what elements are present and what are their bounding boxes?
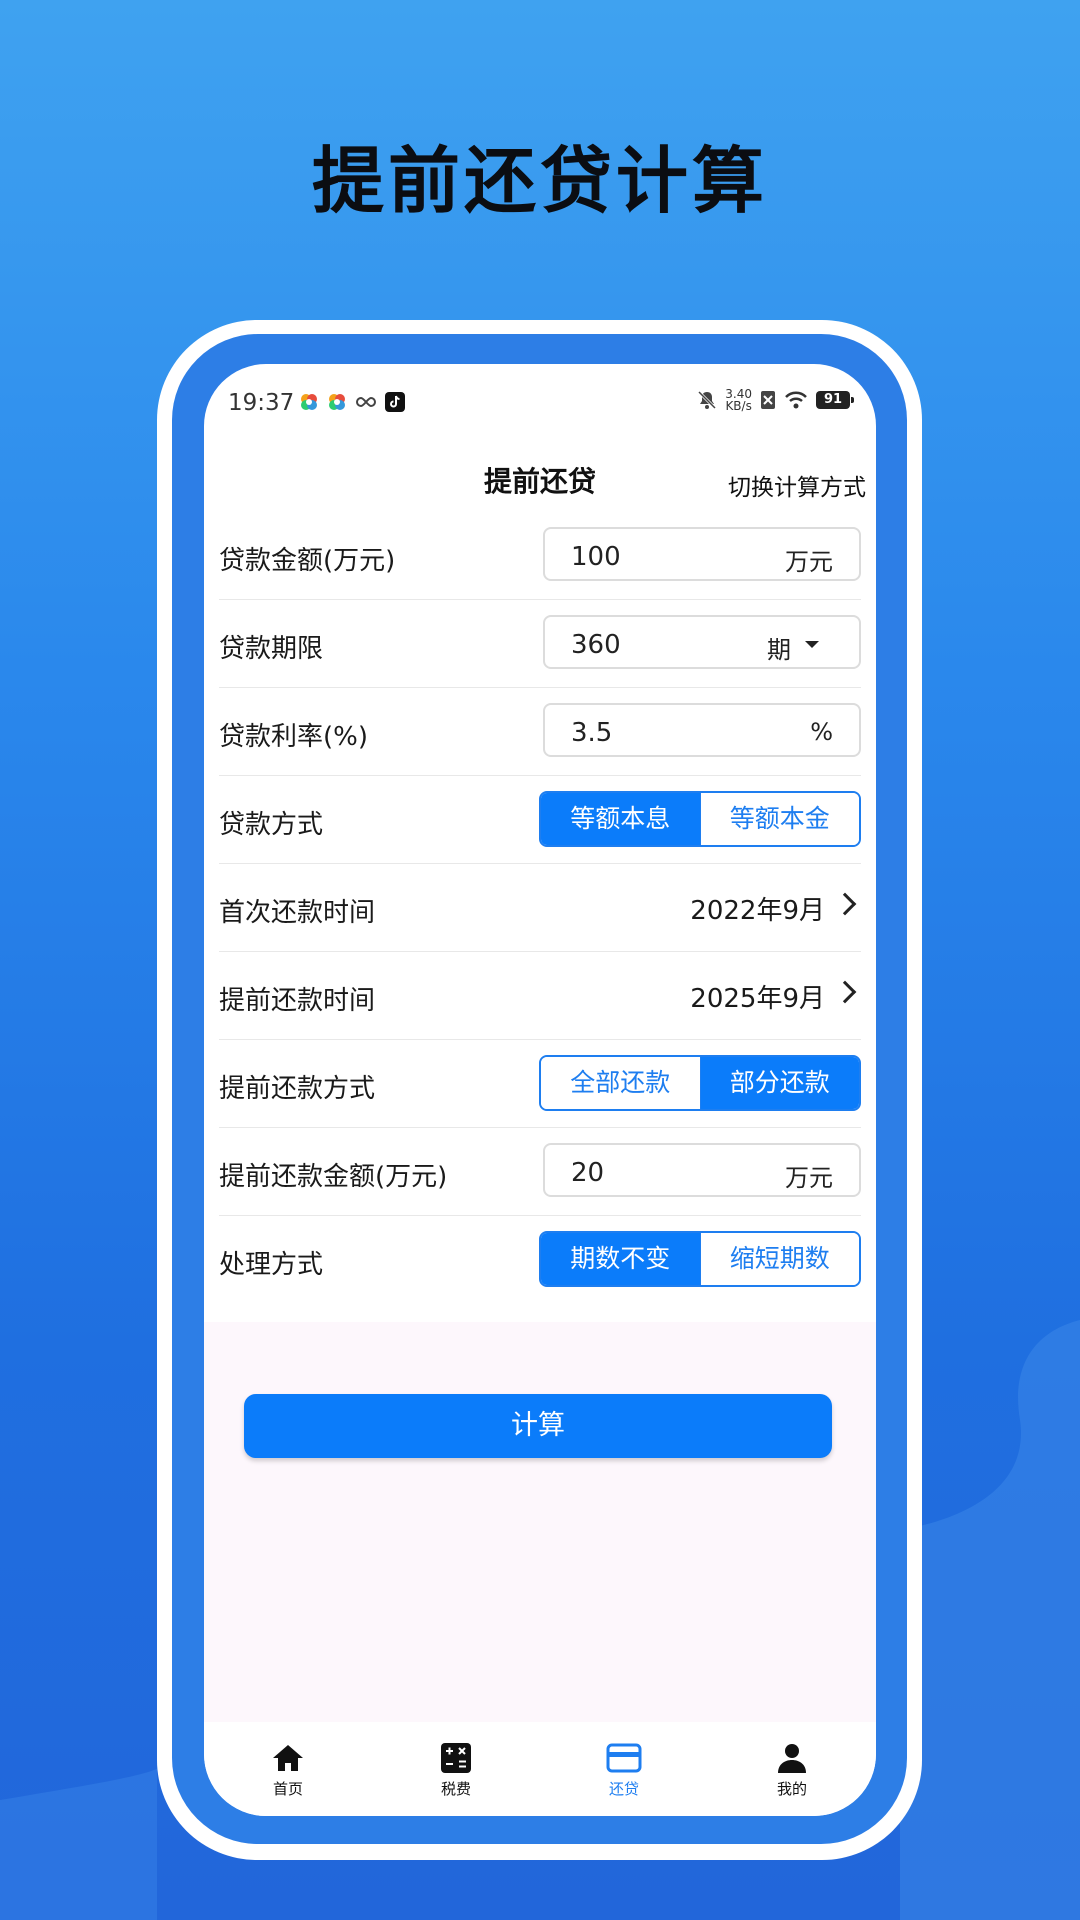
loan-amount-row: 贷款金额(万元) 100 万元	[219, 512, 861, 600]
loan-rate-label: 贷款利率(%)	[219, 722, 368, 752]
chevron-right-icon	[833, 980, 857, 1004]
system-status-icons: 3.40 KB/s 91	[697, 388, 854, 412]
loan-term-label: 贷款期限	[219, 634, 324, 664]
prepay-time-label: 提前还款时间	[219, 986, 376, 1016]
notification-icons	[299, 392, 405, 412]
person-icon	[778, 1744, 806, 1773]
equal-installment-option[interactable]: 等额本息	[541, 793, 700, 845]
prepay-amount-row: 提前还款金额(万元) 20 万元	[219, 1128, 861, 1216]
first-payment-value: 2022年9月	[690, 896, 825, 926]
handling-label: 处理方式	[219, 1250, 324, 1280]
sim-off-icon	[761, 391, 775, 409]
handling-row: 处理方式 期数不变 缩短期数	[219, 1216, 861, 1303]
equal-principal-option[interactable]: 等额本金	[699, 793, 859, 845]
loan-amount-value: 100	[571, 542, 621, 572]
nav-label: 还贷	[608, 1780, 639, 1798]
loan-rate-value: 3.5	[571, 718, 613, 748]
loan-rate-row: 贷款利率(%) 3.5 %	[219, 688, 861, 776]
bell-muted-icon	[698, 390, 717, 410]
caret-down-icon	[805, 641, 819, 648]
nav-item-loan[interactable]: 还贷	[540, 1722, 708, 1816]
prepay-amount-value: 20	[571, 1158, 605, 1188]
tiktok-icon	[385, 392, 405, 412]
loan-term-value: 360	[571, 630, 621, 660]
first-payment-label: 首次还款时间	[219, 898, 376, 928]
loan-term-row: 贷款期限 360 期	[219, 600, 861, 688]
nav-item-me[interactable]: 我的	[708, 1722, 876, 1816]
handling-segmented: 期数不变 缩短期数	[539, 1231, 861, 1287]
loan-rate-unit: %	[810, 718, 833, 746]
loan-method-row: 贷款方式 等额本息 等额本金	[219, 776, 861, 864]
nav-label: 税费	[440, 1780, 471, 1798]
nav-item-tax[interactable]: 税费	[372, 1722, 540, 1816]
status-bar: 19:37 3.40 KB/s 91	[204, 364, 876, 440]
loan-method-label: 贷款方式	[219, 810, 324, 840]
loan-amount-input[interactable]: 100 万元	[543, 527, 861, 581]
card-icon	[606, 1743, 642, 1773]
wifi-icon	[785, 391, 807, 409]
loan-term-unit: 期	[767, 636, 791, 664]
home-icon	[273, 1745, 303, 1771]
full-repayment-option[interactable]: 全部还款	[541, 1057, 700, 1109]
app-notification-icon	[329, 394, 345, 410]
prepay-method-segmented: 全部还款 部分还款	[539, 1055, 861, 1111]
battery-indicator: 91	[816, 391, 854, 409]
status-time: 19:37	[228, 390, 295, 416]
switch-calc-mode-button[interactable]: 切换计算方式	[728, 468, 866, 502]
bottom-nav: 首页 税费 还贷 我的	[204, 1722, 876, 1816]
app-notification-icon	[301, 394, 317, 410]
loan-term-select[interactable]: 360 期	[543, 615, 861, 669]
prepay-method-row: 提前还款方式 全部还款 部分还款	[219, 1040, 861, 1128]
keep-term-option[interactable]: 期数不变	[541, 1233, 700, 1285]
loan-form: 贷款金额(万元) 100 万元 贷款期限 360 期 贷款利率(%) 3.5 %…	[204, 512, 876, 1303]
prepay-amount-input[interactable]: 20 万元	[543, 1143, 861, 1197]
network-speed-unit: KB/s	[725, 399, 752, 413]
calculator-icon	[441, 1743, 471, 1773]
prepay-amount-label: 提前还款金额(万元)	[219, 1162, 448, 1192]
loan-amount-label: 贷款金额(万元)	[219, 546, 396, 576]
nav-label: 首页	[272, 1780, 303, 1798]
first-payment-row[interactable]: 首次还款时间 2022年9月	[219, 864, 861, 952]
prepay-time-row[interactable]: 提前还款时间 2025年9月	[219, 952, 861, 1040]
loan-rate-input[interactable]: 3.5 %	[543, 703, 861, 757]
network-speed: 3.40 KB/s	[725, 388, 752, 412]
link-icon	[356, 396, 376, 408]
partial-repayment-option[interactable]: 部分还款	[699, 1057, 859, 1109]
loan-amount-unit: 万元	[785, 548, 833, 576]
chevron-right-icon	[833, 892, 857, 916]
phone-screen: 19:37 3.40 KB/s 91 提前还贷 切换计算方式 贷款金额(万元) …	[204, 364, 876, 1816]
promo-title: 提前还贷计算	[311, 139, 768, 223]
loan-method-segmented: 等额本息 等额本金	[539, 791, 861, 847]
prepay-time-value: 2025年9月	[690, 984, 825, 1014]
calculate-button[interactable]: 计算	[244, 1394, 832, 1458]
nav-item-home[interactable]: 首页	[204, 1722, 372, 1816]
prepay-method-label: 提前还款方式	[219, 1074, 376, 1104]
nav-label: 我的	[776, 1780, 807, 1798]
prepay-amount-unit: 万元	[785, 1164, 833, 1192]
action-area: 计算	[204, 1322, 876, 1722]
shorten-term-option[interactable]: 缩短期数	[699, 1233, 859, 1285]
